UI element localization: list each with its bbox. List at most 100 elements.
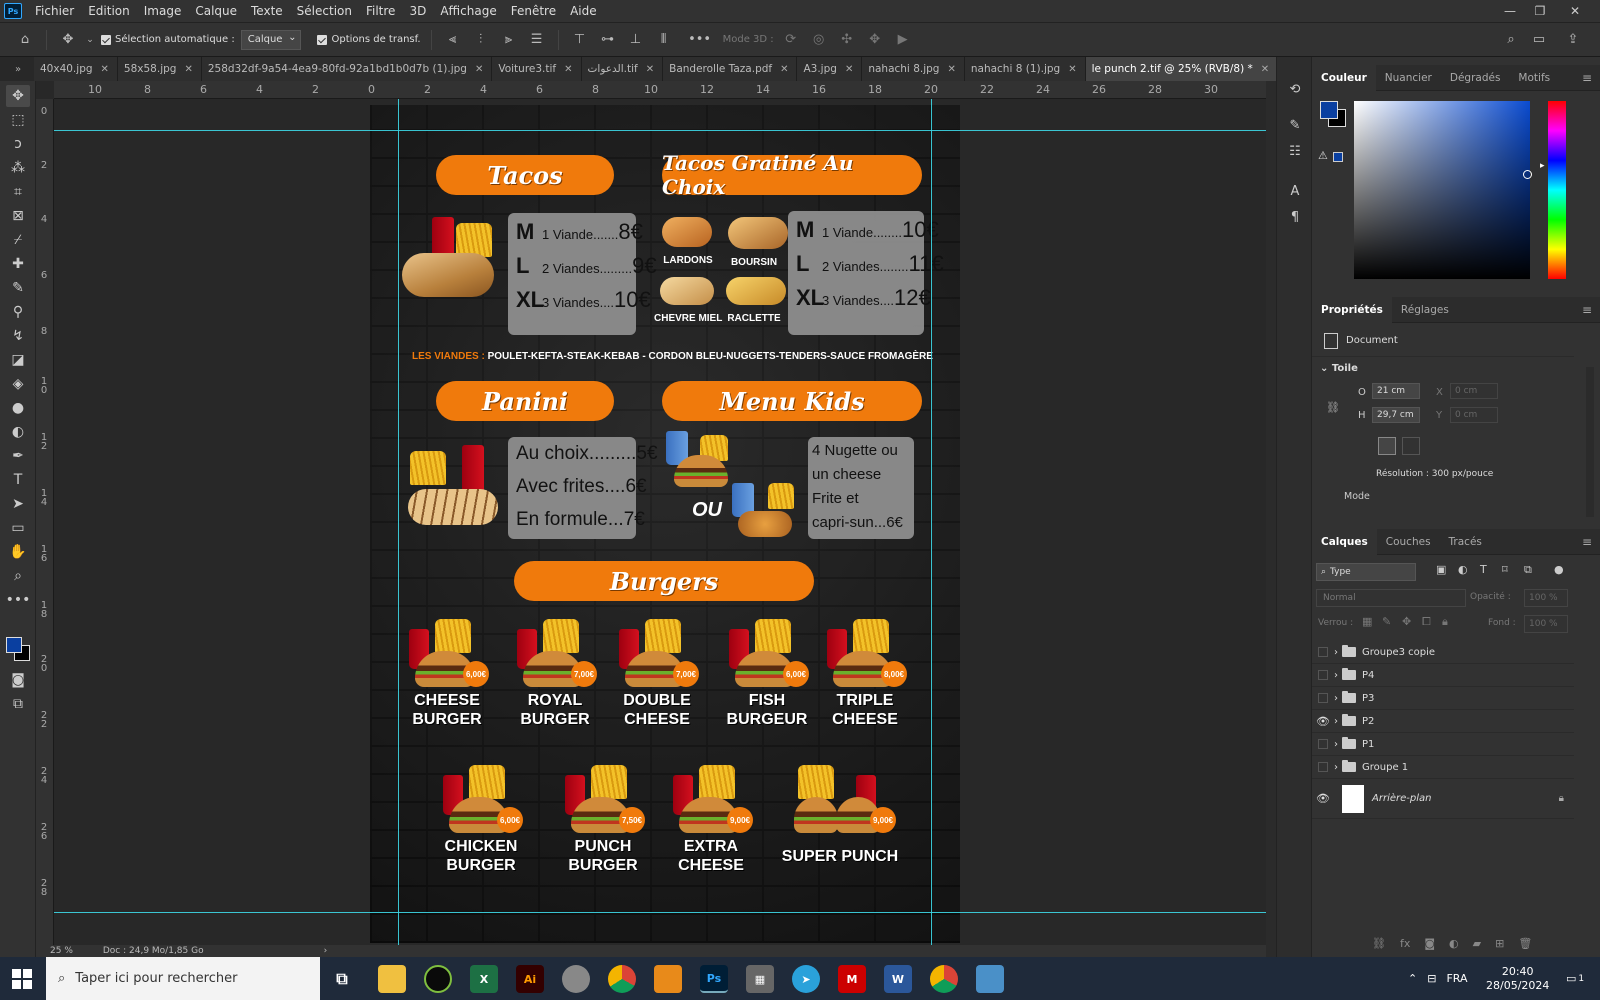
portrait-orientation-icon[interactable] <box>1378 437 1396 455</box>
zoom-level[interactable]: 25 % <box>50 946 73 956</box>
roll-3d-icon[interactable]: ◎ <box>808 29 830 51</box>
character-icon[interactable]: A <box>1285 181 1305 201</box>
slide-3d-icon[interactable]: ✥ <box>864 29 886 51</box>
adjustment-layer-icon[interactable]: ◐ <box>1449 937 1459 950</box>
layer-row[interactable]: › Groupe3 copie <box>1312 641 1574 664</box>
close-tab-icon[interactable]: ✕ <box>947 64 955 75</box>
close-tab-icon[interactable]: ✕ <box>475 64 483 75</box>
healing-brush-icon[interactable]: ✚ <box>6 253 30 275</box>
task-view-icon[interactable]: ⧉ <box>328 965 356 993</box>
eyedropper-icon[interactable]: ⌿ <box>6 229 30 251</box>
history-icon[interactable]: ⟲ <box>1285 79 1305 99</box>
close-icon[interactable]: ✕ <box>1560 0 1590 22</box>
hand-tool-icon[interactable]: ✋ <box>6 541 30 563</box>
app-icon[interactable] <box>654 965 682 993</box>
tab-document[interactable]: الدعوات.tif ✕ <box>581 57 664 81</box>
close-tab-icon[interactable]: ✕ <box>780 64 788 75</box>
photoshop-taskbar-icon[interactable]: Ps <box>700 965 728 993</box>
filter-smart-icon[interactable]: ⧉ <box>1524 563 1532 577</box>
menu-3d[interactable]: 3D <box>402 4 433 18</box>
chevron-right-icon[interactable]: › <box>1334 739 1338 750</box>
align-right-icon[interactable]: ⫸ <box>498 29 520 51</box>
tab-proprietes[interactable]: Propriétés <box>1312 296 1392 323</box>
visibility-off-icon[interactable] <box>1318 647 1328 657</box>
auto-select-checkbox[interactable]: Sélection automatique : <box>101 34 235 45</box>
lock-position-icon[interactable]: ✥ <box>1402 615 1411 628</box>
vertical-ruler[interactable]: 0 2 4 6 8 1 0 1 2 1 4 1 6 1 8 2 0 2 2 2 … <box>36 99 54 957</box>
align-middle-icon[interactable]: ⊶ <box>597 29 619 51</box>
link-layers-icon[interactable]: ⛓ <box>1372 937 1386 950</box>
layer-row[interactable]: › P3 <box>1312 687 1574 710</box>
stamp-tool-icon[interactable]: ⚲ <box>6 301 30 323</box>
align-center-icon[interactable]: ⫶ <box>470 29 492 51</box>
history-brush-icon[interactable]: ↯ <box>6 325 30 347</box>
opacity-field[interactable]: 100 % <box>1524 589 1568 607</box>
app-icon[interactable] <box>562 965 590 993</box>
close-tab-icon[interactable]: ✕ <box>184 64 192 75</box>
lock-all-icon[interactable]: 🔒︎ <box>1442 615 1448 629</box>
canvas-area[interactable]: 10 8 6 4 2 0 2 4 6 8 10 12 14 16 18 20 2… <box>36 81 1266 957</box>
network-icon[interactable]: ⊟ <box>1427 972 1436 985</box>
zoom-tool-icon[interactable]: ⌕ <box>6 565 30 587</box>
chevron-up-icon[interactable]: ⌃ <box>1408 972 1417 985</box>
calculator-icon[interactable]: ▦ <box>746 965 774 993</box>
more-tools-icon[interactable]: ••• <box>6 589 31 611</box>
menu-texte[interactable]: Texte <box>244 4 290 18</box>
layer-filter-dropdown[interactable]: ⌕ Type <box>1316 563 1416 581</box>
tab-document[interactable]: 40x40.jpg ✕ <box>34 57 118 81</box>
tab-document-active[interactable]: le punch 2.tif @ 25% (RVB/8) * ✕ <box>1085 57 1279 81</box>
tab-document[interactable]: 258d32df-9a54-4ea9-80fd-92a1bd1b0d7b (1)… <box>201 57 493 81</box>
landscape-orientation-icon[interactable] <box>1402 437 1420 455</box>
visibility-off-icon[interactable] <box>1318 762 1328 772</box>
fill-field[interactable]: 100 % <box>1524 615 1568 633</box>
tab-document[interactable]: nahachi 8 (1).jpg ✕ <box>964 57 1086 81</box>
filter-text-icon[interactable]: T <box>1480 563 1487 576</box>
tab-calques[interactable]: Calques <box>1312 528 1377 555</box>
filter-toggle-icon[interactable]: ● <box>1554 563 1564 576</box>
chevron-down-icon[interactable]: ⌄ <box>85 29 95 51</box>
adjustments-icon[interactable]: ☷ <box>1285 141 1305 161</box>
screen-mode-icon[interactable]: ⧉ <box>6 693 30 715</box>
menu-fichier[interactable]: Fichier <box>28 4 81 18</box>
clock[interactable]: 20:40 28/05/2024 <box>1486 957 1549 1000</box>
horizontal-guide[interactable] <box>54 912 1266 913</box>
lock-transparency-icon[interactable]: ▦ <box>1362 615 1372 628</box>
type-tool-icon[interactable]: T <box>6 469 30 491</box>
move-tool-icon[interactable]: ✥ <box>57 29 79 51</box>
brush-tool-icon[interactable]: ✎ <box>6 277 30 299</box>
color-picker-cursor[interactable] <box>1523 170 1532 179</box>
panel-menu-icon[interactable]: ≡ <box>1582 71 1592 85</box>
close-tab-icon[interactable]: ✕ <box>101 64 109 75</box>
paragraph-icon[interactable]: ¶ <box>1285 207 1305 227</box>
distribute-icon[interactable]: ☰ <box>526 29 548 51</box>
app-icon[interactable] <box>424 965 452 993</box>
telegram-icon[interactable]: ➤ <box>792 965 820 993</box>
panel-menu-icon[interactable]: ≡ <box>1582 535 1592 549</box>
lock-pixels-icon[interactable]: ✎ <box>1382 615 1391 628</box>
distribute-vertical-icon[interactable]: ⫴ <box>653 29 675 51</box>
menu-filtre[interactable]: Filtre <box>359 4 402 18</box>
chrome-icon[interactable] <box>608 965 636 993</box>
horizontal-ruler[interactable]: 10 8 6 4 2 0 2 4 6 8 10 12 14 16 18 20 2… <box>54 81 1266 99</box>
chevron-right-icon[interactable]: › <box>1334 762 1338 773</box>
windows-start-icon[interactable] <box>12 969 32 989</box>
search-icon[interactable]: ⌕ <box>1500 29 1522 51</box>
chrome-icon[interactable] <box>930 965 958 993</box>
width-field[interactable]: 21 cm <box>1372 383 1420 399</box>
vertical-guide[interactable] <box>931 99 932 949</box>
filter-pixel-icon[interactable]: ▣ <box>1436 563 1446 576</box>
move-tool-icon[interactable]: ✥ <box>6 85 30 107</box>
filter-adjustment-icon[interactable]: ◐ <box>1458 563 1468 576</box>
align-top-icon[interactable]: ⊤ <box>569 29 591 51</box>
lock-artboard-icon[interactable]: ⧠ <box>1422 615 1431 629</box>
auto-select-dropdown[interactable]: Calque <box>240 29 302 50</box>
foreground-color-swatch[interactable] <box>6 637 22 653</box>
web-safe-swatch[interactable] <box>1333 152 1343 162</box>
toile-section[interactable]: ⌄ Toile <box>1320 363 1358 374</box>
tab-couches[interactable]: Couches <box>1377 529 1440 555</box>
layer-row[interactable]: › P1 <box>1312 733 1574 756</box>
quick-mask-icon[interactable]: ◙ <box>6 669 30 691</box>
tab-document[interactable]: Banderolle Taza.pdf ✕ <box>663 57 798 81</box>
menu-selection[interactable]: Sélection <box>290 4 359 18</box>
orbit-3d-icon[interactable]: ⟳ <box>780 29 802 51</box>
